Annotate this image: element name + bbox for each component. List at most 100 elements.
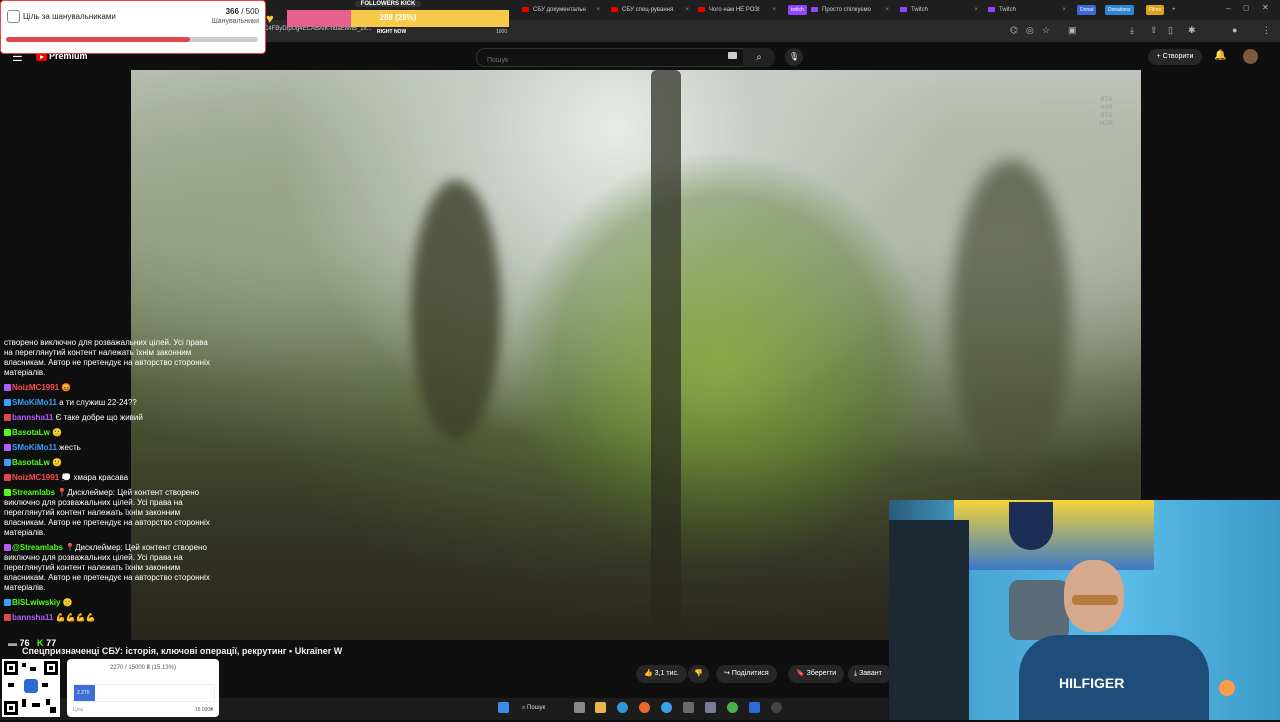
browser-tab[interactable]: Чого нам НЕ РОЗІ ×: [698, 3, 780, 17]
tab-close-icon[interactable]: ×: [885, 3, 889, 17]
badge-icon: [4, 444, 11, 452]
goal-progress-fill: [6, 37, 191, 42]
tab-close-icon[interactable]: ×: [596, 3, 600, 17]
chat-text: жесть: [59, 443, 81, 452]
minimize-icon[interactable]: –: [1226, 4, 1230, 13]
task-view-icon[interactable]: [574, 702, 585, 713]
like-button[interactable]: 👍 3,1 тис.: [636, 665, 687, 683]
download-icon[interactable]: ⤓: [1130, 25, 1134, 36]
chat-nick: Streamlabs: [12, 488, 56, 497]
windows-start-icon[interactable]: [498, 702, 509, 713]
tab-close-icon[interactable]: ×: [772, 3, 776, 17]
search-input[interactable]: [485, 56, 719, 65]
qr-code: [2, 659, 60, 717]
avatar[interactable]: [1243, 49, 1258, 64]
app-icon[interactable]: [683, 702, 694, 713]
tab-label: СБУ спец-рування: [622, 7, 674, 13]
tab-label: Чого нам НЕ РОЗІ: [709, 7, 760, 13]
donation-max: 15 000₴: [194, 707, 213, 713]
search-box[interactable]: [476, 48, 744, 67]
kick-progress-fill: [287, 10, 351, 27]
chat-message: SMoKiMo11 а ти служиш 22-24??: [4, 398, 218, 408]
download-arrow-icon: ⤓: [854, 670, 858, 677]
followers-kick-widget: ♥ FOLLOWERS KICK 288 (28%) RIGHT NOW 100…: [265, 0, 515, 36]
bookmark-pill[interactable]: Donations: [1105, 5, 1134, 15]
badge-icon: [4, 489, 11, 497]
create-button[interactable]: + Створити: [1148, 49, 1202, 65]
heart-icon: ♥: [266, 11, 274, 26]
badge-icon: [4, 544, 11, 552]
star-icon[interactable]: ☆: [1042, 25, 1050, 36]
tab-close-icon[interactable]: ×: [974, 3, 978, 17]
browser-tab[interactable]: Twitch ×: [900, 3, 982, 17]
donation-widget: 2270 / 15000 ₴ (15.13%) 2 270 Ціль 15 00…: [0, 655, 222, 720]
edge-icon[interactable]: [617, 702, 628, 713]
bookmark-pill[interactable]: Donat: [1077, 5, 1097, 15]
browser-tab[interactable]: СБУ спец-рування ×: [611, 3, 693, 17]
youtube-icon: [522, 6, 529, 12]
tab-label: Twitch: [999, 7, 1017, 13]
chrome-icon[interactable]: [727, 702, 738, 713]
app-icon[interactable]: [705, 702, 716, 713]
new-tab-icon[interactable]: +: [1172, 3, 1176, 17]
tab-close-icon[interactable]: ×: [1062, 3, 1066, 17]
badge-icon: [4, 459, 11, 467]
chat-text: 💭 хмара красава: [61, 473, 129, 482]
chat-nick: BasotaLw: [12, 428, 50, 437]
browser-tab[interactable]: Просто спілкуємо ×: [811, 3, 893, 17]
bookmark-pill[interactable]: Films: [1146, 5, 1164, 15]
bookmark-icon: 🔖: [796, 670, 805, 677]
dislike-button[interactable]: 👎: [688, 665, 709, 683]
maximize-icon[interactable]: ▢: [1243, 4, 1250, 12]
file-explorer-icon[interactable]: [595, 702, 606, 713]
lamp: [1219, 680, 1235, 696]
kick-value: 288 (28%): [379, 13, 417, 22]
chat-nick: bannsha11: [12, 413, 54, 422]
save-button[interactable]: 🔖 Зберегти: [788, 665, 845, 683]
chat-nick: SMoKiMo11: [12, 443, 57, 452]
kick-right-now: RIGHT NOW: [377, 29, 407, 35]
bell-icon[interactable]: 🔔: [1214, 50, 1226, 61]
profile-icon[interactable]: ●: [1232, 25, 1237, 35]
puzzle-icon[interactable]: ✱: [1188, 25, 1196, 36]
steam-icon[interactable]: [749, 702, 760, 713]
chat-message: SMoKiMo11 жесть: [4, 443, 218, 453]
chat-message: BasotaLw 🙂: [4, 458, 218, 468]
eye-icon[interactable]: ◎: [1026, 25, 1034, 36]
goal-title: Ціль за шанувальниками: [23, 12, 116, 21]
twitch-icon: [988, 6, 995, 12]
chat-overlay: створено виключно для розважальних цілей…: [4, 338, 218, 628]
tab-close-icon[interactable]: ×: [685, 3, 689, 17]
bookmark-pill[interactable]: twitch: [788, 5, 807, 15]
share-arrow-icon: ↪: [724, 670, 730, 677]
extension-icon[interactable]: ▣: [1068, 25, 1077, 36]
browser-tab[interactable]: СБУ документальн ×: [522, 3, 604, 17]
firefox-icon[interactable]: [639, 702, 650, 713]
badge-line: VSR: [1100, 105, 1113, 111]
close-icon[interactable]: ✕: [1262, 3, 1269, 12]
more-icon[interactable]: ⋮: [1262, 25, 1271, 36]
trash-icon[interactable]: ▯: [1168, 25, 1173, 36]
search-icon: ⌕: [756, 52, 762, 63]
goal-count: 366 / 500: [225, 7, 259, 16]
tab-label: СБУ документальн: [533, 7, 586, 13]
mic-button[interactable]: 🎙: [785, 48, 803, 66]
download-button[interactable]: ⤓ Завант: [848, 665, 892, 683]
taskbar-search[interactable]: ⌕ Пошук: [522, 701, 570, 716]
browser-tab[interactable]: Twitch ×: [988, 3, 1070, 17]
chat-nick: BasotaLw: [12, 458, 50, 467]
translate-icon[interactable]: ⌬: [1010, 25, 1018, 36]
download-label: Завант: [859, 670, 882, 677]
chat-nick: BISLwiwskiy: [12, 598, 61, 607]
share-icon[interactable]: ⇪: [1150, 25, 1158, 36]
video-quality-badge: RTX VSR RTX HDR: [1100, 96, 1113, 128]
keyboard-icon[interactable]: [728, 52, 737, 59]
kick-label: FOLLOWERS KICK: [355, 1, 421, 7]
youtube-icon: [698, 6, 705, 12]
share-button[interactable]: ↪ Поділитися: [716, 665, 777, 683]
soldier-silhouette: [951, 160, 1071, 480]
obs-icon[interactable]: [771, 702, 782, 713]
telegram-icon[interactable]: [661, 702, 672, 713]
donation-title: 2270 / 15000 ₴ (15.13%): [109, 665, 177, 671]
search-button[interactable]: ⌕: [743, 48, 775, 67]
